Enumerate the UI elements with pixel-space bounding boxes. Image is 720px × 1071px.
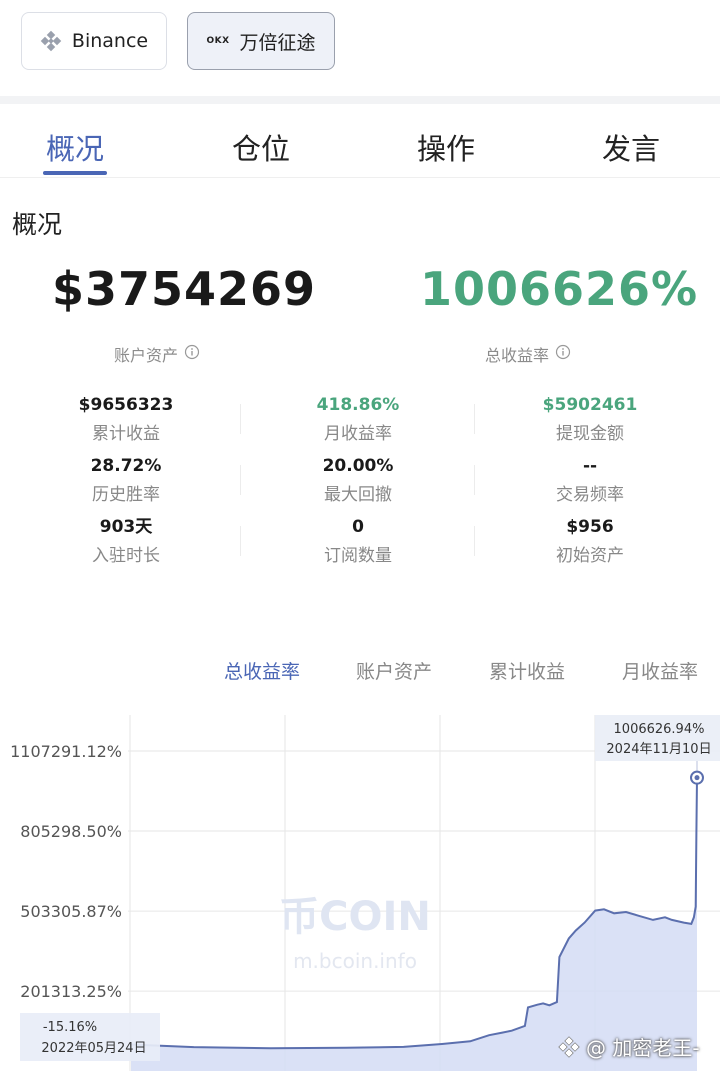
account-assets-label-text: 账户资产	[114, 346, 179, 365]
stat-initial-assets: $956 初始资产	[490, 515, 690, 566]
stat-withdrawn: $5902461 提现金额	[490, 393, 690, 444]
tooltip-date: 2024年11月10日	[606, 742, 711, 757]
section-divider	[0, 96, 720, 104]
stat-label: 初始资产	[556, 546, 624, 566]
tooltip-value: -15.16%	[43, 1020, 97, 1035]
stat-trade-frequency: -- 交易频率	[490, 454, 690, 505]
account-assets-label: 账户资产	[114, 342, 200, 366]
total-return-label: 总收益率	[485, 342, 571, 366]
info-icon[interactable]	[555, 344, 571, 364]
tab-operations[interactable]: 操作	[417, 126, 475, 168]
highlight-point-core	[694, 775, 700, 781]
return-chart: 1107291.12% 805298.50% 503305.87% 201313.25…	[0, 705, 720, 1071]
stat-value: $956	[566, 517, 614, 537]
tab-positions[interactable]: 仓位	[232, 126, 290, 168]
y-tick-label: 503305.87%	[20, 902, 122, 921]
stat-value: $5902461	[542, 395, 638, 415]
exchange-selector: Binance OKX 万倍征途	[0, 0, 720, 96]
stat-label: 累计收益	[92, 424, 160, 444]
total-return-label-text: 总收益率	[485, 346, 550, 365]
section-title: 概况	[12, 210, 63, 239]
stat-label: 提现金额	[556, 424, 624, 444]
chart-watermark-url: m.bcoin.info	[293, 949, 417, 973]
account-assets-value: $3754269	[52, 262, 317, 316]
stat-divider	[240, 465, 241, 495]
stat-monthly-return: 418.86% 月收益率	[258, 393, 458, 444]
tooltip-value: 1006626.94%	[614, 722, 705, 737]
stat-value: 28.72%	[90, 456, 162, 476]
chart-tab-monthly-return[interactable]: 月收益率	[622, 657, 698, 684]
stat-value: 20.00%	[322, 456, 394, 476]
stat-value: 903天	[99, 517, 153, 537]
main-tabs: 概况 仓位 操作 发言	[0, 108, 720, 178]
exchange-tab-okx[interactable]: OKX 万倍征途	[187, 12, 335, 70]
stat-label: 月收益率	[324, 424, 392, 444]
stat-win-rate: 28.72% 历史胜率	[26, 454, 226, 505]
y-tick-label: 805298.50%	[20, 822, 122, 841]
stat-label: 历史胜率	[92, 485, 160, 505]
stat-label: 交易频率	[556, 485, 624, 505]
stat-subscriptions: 0 订阅数量	[258, 515, 458, 566]
diamond-logo-icon	[558, 1035, 580, 1058]
stat-divider	[474, 404, 475, 434]
chart-tab-account-assets[interactable]: 账户资产	[356, 657, 432, 684]
stat-divider	[474, 526, 475, 556]
exchange-tab-label: Binance	[71, 30, 149, 52]
tooltip-date: 2022年05月24日	[41, 1041, 146, 1056]
stat-label: 订阅数量	[324, 546, 392, 566]
stat-value: $9656323	[78, 395, 174, 415]
total-return-value: 1006626%	[420, 262, 699, 316]
stat-label: 最大回撤	[324, 485, 392, 505]
chart-tab-cumulative-profit[interactable]: 累计收益	[489, 657, 565, 684]
y-tick-label: 1107291.12%	[10, 742, 122, 761]
stat-value: --	[582, 456, 598, 476]
binance-logo-icon	[40, 30, 62, 52]
y-tick-label: 201313.25%	[20, 982, 122, 1001]
exchange-tab-label: 万倍征途	[239, 31, 316, 54]
chart-tab-total-return[interactable]: 总收益率	[224, 657, 300, 684]
chart-tabs: 总收益率 账户资产 累计收益 月收益率	[0, 645, 720, 695]
info-icon[interactable]	[184, 344, 200, 364]
exchange-tab-binance[interactable]: Binance	[21, 12, 167, 70]
stat-days-joined: 903天 入驻时长	[26, 515, 226, 566]
bottom-watermark: @ 加密老王-	[558, 1032, 700, 1061]
stat-value: 0	[352, 517, 364, 537]
return-chart-svg: 1107291.12% 805298.50% 503305.87% 201313.25…	[10, 715, 720, 1071]
okx-logo-icon: OKX	[206, 36, 230, 46]
stat-divider	[240, 526, 241, 556]
stat-divider	[240, 404, 241, 434]
stat-max-drawdown: 20.00% 最大回撤	[258, 454, 458, 505]
bottom-watermark-text: @ 加密老王-	[586, 1036, 700, 1060]
tab-posts[interactable]: 发言	[602, 126, 660, 168]
stat-divider	[474, 465, 475, 495]
tab-overview[interactable]: 概况	[46, 126, 104, 168]
stat-label: 入驻时长	[92, 546, 160, 566]
active-tab-indicator	[43, 171, 107, 175]
stat-cumulative-profit: $9656323 累计收益	[26, 393, 226, 444]
stat-value: 418.86%	[316, 395, 400, 415]
chart-watermark-brand: 币COIN	[279, 894, 431, 940]
